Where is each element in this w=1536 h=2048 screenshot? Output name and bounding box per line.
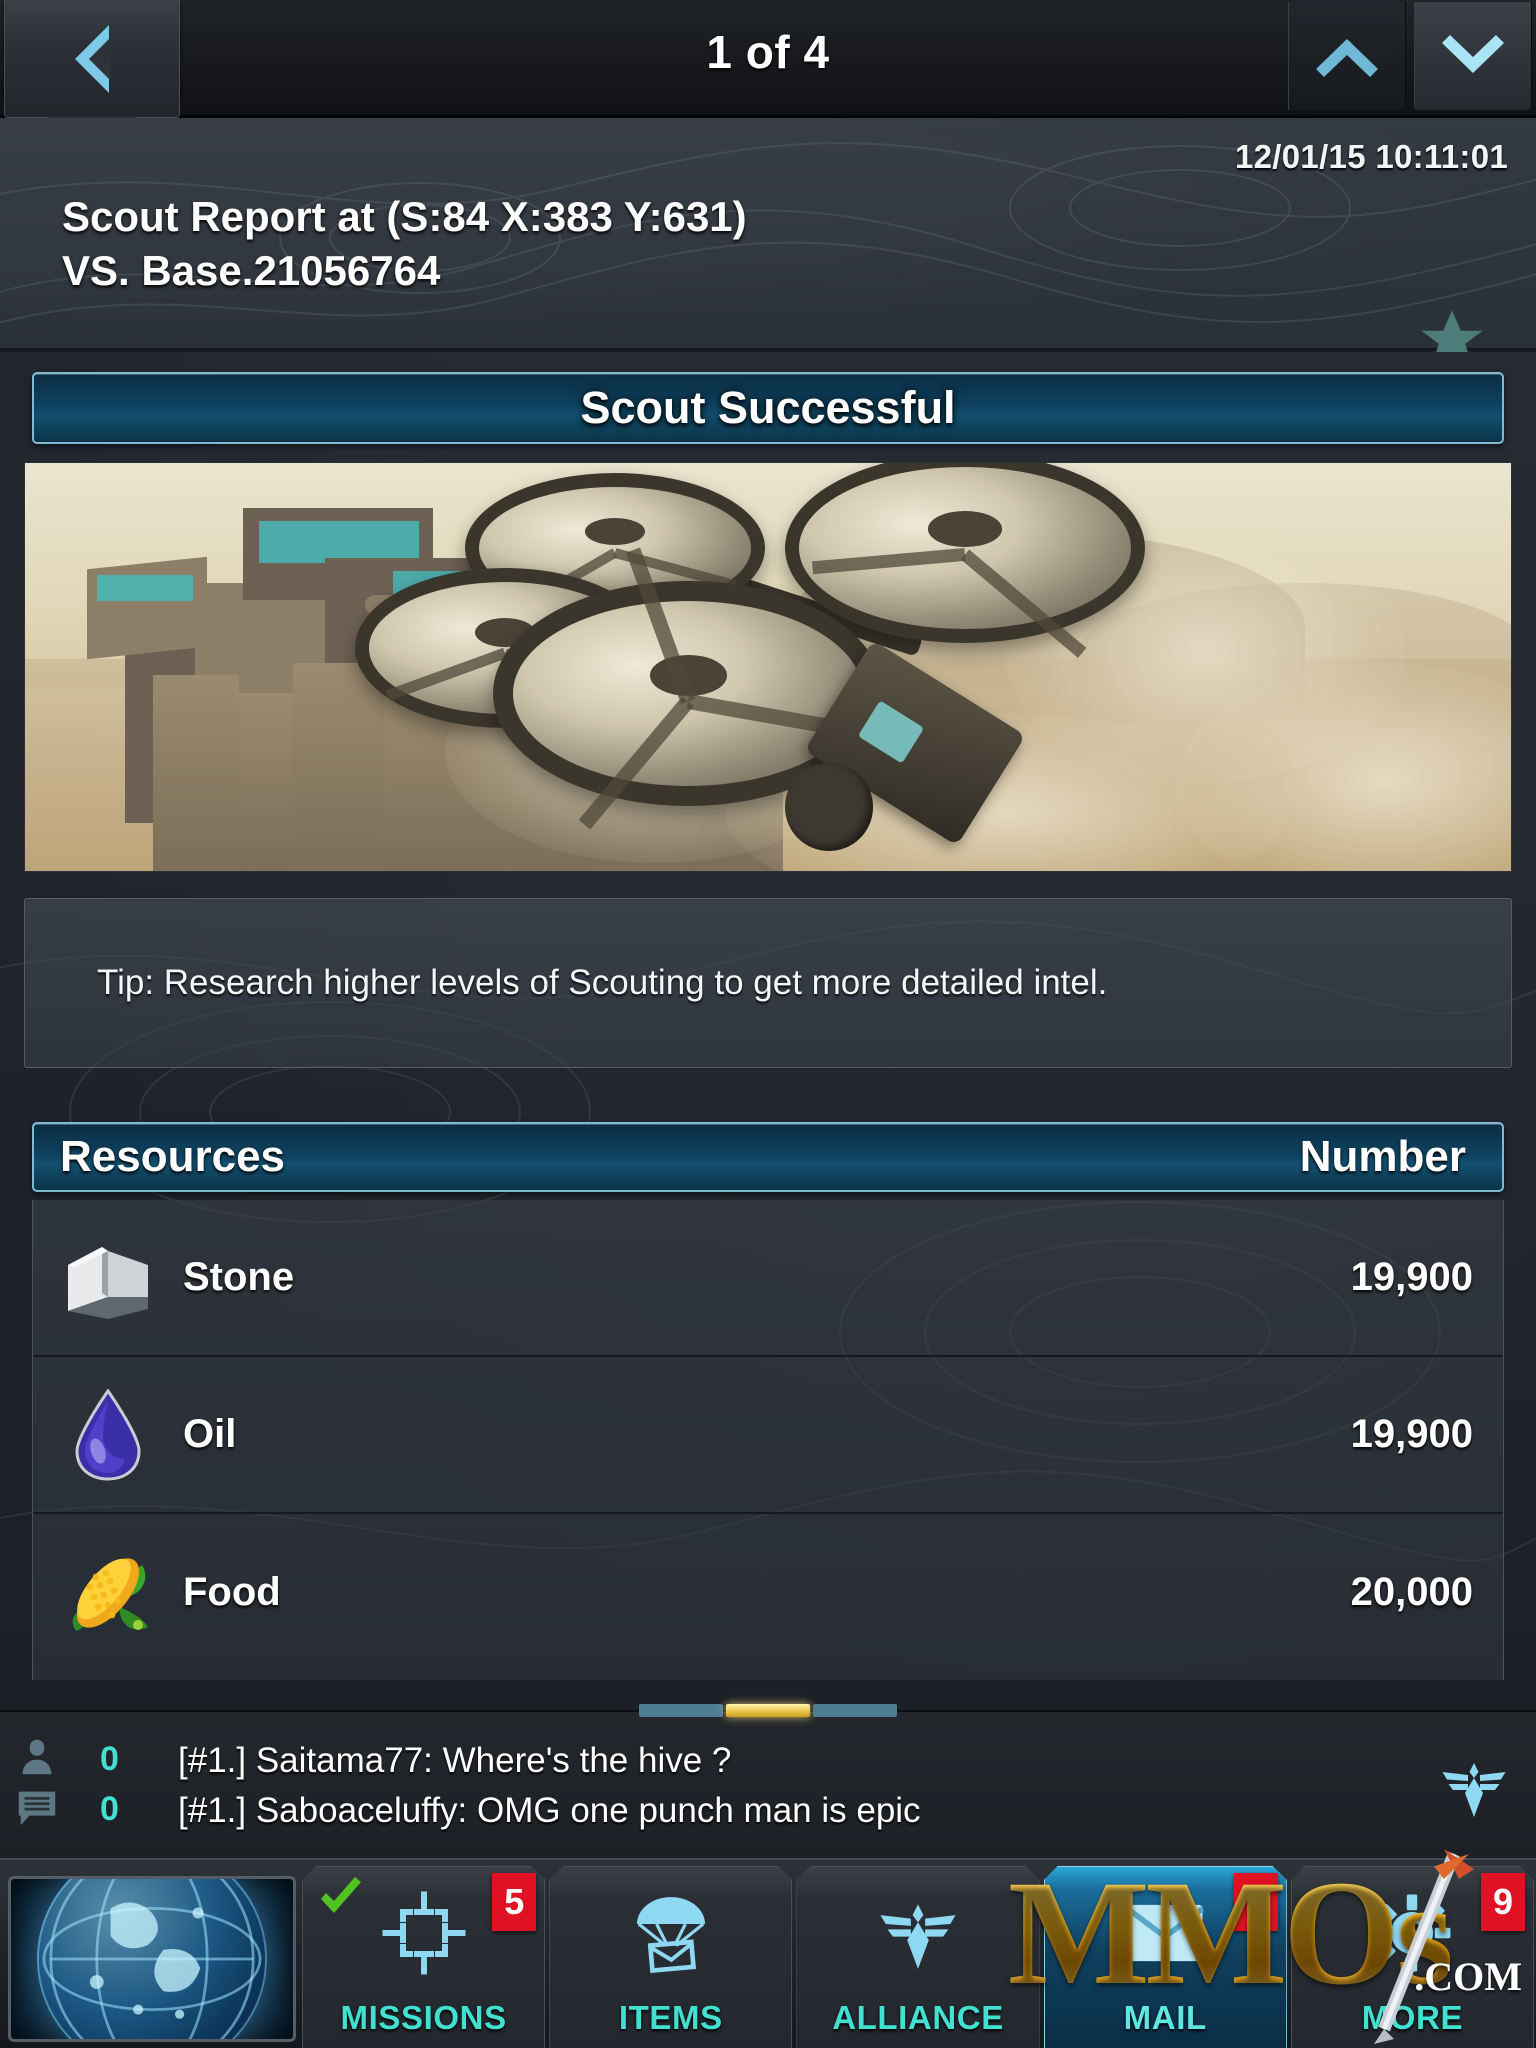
illustration-wall-tower-a (153, 675, 239, 871)
food-icon (33, 1547, 183, 1639)
speech-bubble-icon (14, 1784, 60, 1835)
illustration-window (97, 575, 193, 601)
bottom-nav: 5 MISSIONS ITEMS ALLIANCE 5 MAIL 9 MORE … (0, 1849, 1536, 2048)
rotor-blade (812, 548, 966, 575)
report-title: Scout Report at (S:84 X:383 Y:631) VS. B… (62, 190, 1212, 298)
report-body: Scout Successful Tip: Research higher le… (0, 352, 1536, 1710)
result-banner: Scout Successful (32, 372, 1504, 444)
illustration-wall-tower-b (293, 663, 385, 871)
tab-label-alliance: ALLIANCE (832, 1999, 1004, 2036)
resource-value: 20,000 (1350, 1570, 1473, 1614)
previous-report-button[interactable] (1288, 2, 1406, 110)
person-icon (14, 1734, 60, 1785)
eagle-emblem-icon[interactable] (1438, 1750, 1510, 1829)
check-icon (313, 1875, 369, 1928)
oil-icon (33, 1388, 183, 1481)
report-header: 12/01/15 10:11:01 Scout Report at (S:84 … (0, 118, 1536, 366)
resource-name: Food (183, 1570, 281, 1614)
nav-tabs: 5 MISSIONS ITEMS ALLIANCE 5 MAIL 9 MORE (300, 1866, 1536, 2048)
tab-label-missions: MISSIONS (340, 1999, 507, 2036)
tab-missions[interactable]: 5 MISSIONS (302, 1866, 545, 2048)
page-dot[interactable] (813, 1704, 897, 1717)
online-counter: 0 (14, 1734, 194, 1784)
tab-mail[interactable]: 5 MAIL (1044, 1866, 1287, 2048)
report-title-line1: Scout Report at (S:84 X:383 Y:631) (62, 193, 747, 240)
chat-messages[interactable]: [#1.] Saitama77: Where's the hive ? [#1.… (178, 1736, 921, 1836)
scout-report-screen: 1 of 4 12/01/15 10:11:01 Scout Report at… (0, 0, 1536, 2048)
back-button[interactable] (4, 0, 180, 118)
next-report-button[interactable] (1414, 2, 1532, 110)
column-header-resources: Resources (60, 1132, 286, 1181)
world-map-button[interactable] (8, 1876, 296, 2042)
tab-more[interactable]: 9 MORE (1291, 1866, 1534, 2048)
tab-items[interactable]: ITEMS (549, 1866, 792, 2048)
scout-illustration (24, 462, 1512, 872)
resources-table-header: Resources Number (32, 1122, 1504, 1192)
chat-message: [#1.] Saitama77: Where's the hive ? (178, 1741, 732, 1780)
chat-bar[interactable]: 0 0 [#1.] Saitama77: Where's the hive ? … (0, 1704, 1536, 1858)
rotor-hub (585, 518, 645, 545)
result-banner-label: Scout Successful (580, 382, 956, 433)
column-header-number: Number (1299, 1132, 1466, 1181)
page-indicator[interactable] (639, 1704, 897, 1717)
top-bar: 1 of 4 (0, 0, 1536, 118)
drone-camera (785, 763, 873, 851)
globe-icon (37, 1879, 267, 2039)
rotor-blade (385, 648, 507, 702)
resource-name: Stone (183, 1255, 295, 1299)
chevron-up-icon (1312, 33, 1382, 79)
table-row[interactable]: Oil 19,900 (33, 1357, 1503, 1514)
tab-label-mail: MAIL (1123, 1999, 1207, 2036)
page-dot[interactable] (639, 1704, 723, 1717)
rotor-hub (928, 511, 1002, 548)
table-row[interactable]: Stone 19,900 (33, 1200, 1503, 1357)
chat-counters: 0 0 (14, 1734, 194, 1834)
illustration-tower (87, 556, 207, 660)
report-timestamp: 12/01/15 10:11:01 (1235, 138, 1508, 175)
tab-label-more: MORE (1361, 1999, 1464, 2036)
chat-message: [#1.] Saboaceluffy: OMG one punch man is… (178, 1791, 921, 1830)
resource-value: 19,900 (1350, 1412, 1473, 1456)
chevron-down-icon (1438, 33, 1508, 79)
badge-more: 9 (1481, 1873, 1525, 1931)
messages-counter: 0 (14, 1784, 194, 1834)
resource-name: Oil (183, 1412, 237, 1456)
messages-count: 0 (100, 1789, 119, 1828)
tab-alliance[interactable]: ALLIANCE (796, 1866, 1039, 2048)
stone-icon (33, 1235, 183, 1321)
report-title-line2: VS. Base.21056764 (62, 247, 441, 294)
eagle-emblem-icon (797, 1867, 1038, 1999)
resources-table-body: Stone 19,900 Oil 19,900 Food 20,000 (32, 1200, 1504, 1680)
resource-value: 19,900 (1350, 1255, 1473, 1299)
page-dot-active[interactable] (726, 1704, 810, 1717)
parachute-mail-icon (550, 1867, 791, 1999)
badge-missions: 5 (492, 1873, 536, 1931)
badge-mail: 5 (1234, 1873, 1278, 1931)
illustration-window-main (259, 521, 419, 563)
table-row[interactable]: Food 20,000 (33, 1514, 1503, 1671)
tab-label-items: ITEMS (618, 1999, 723, 2036)
chevron-left-icon (75, 24, 111, 93)
tip-box: Tip: Research higher levels of Scouting … (24, 898, 1512, 1068)
online-count: 0 (100, 1739, 119, 1778)
tip-text: Tip: Research higher levels of Scouting … (97, 963, 1108, 1002)
